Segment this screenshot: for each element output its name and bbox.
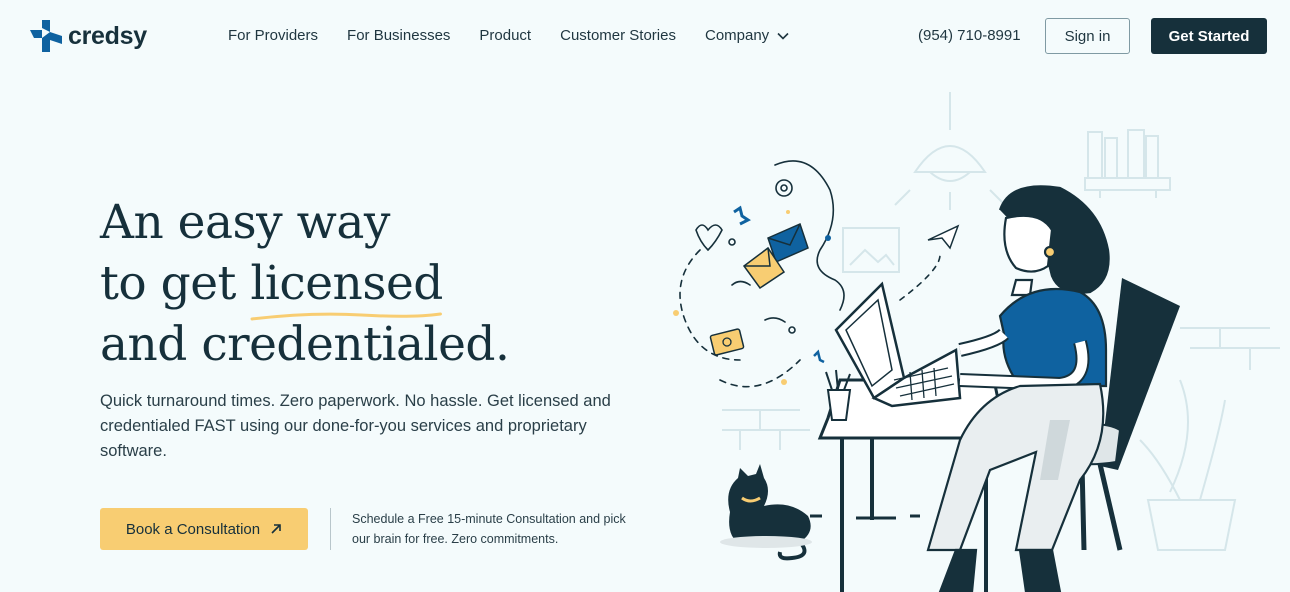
hero-title-line-2-prefix: to get — [100, 256, 251, 311]
get-started-button[interactable]: Get Started — [1151, 18, 1267, 54]
hero-title-highlight-text: licensed — [250, 256, 443, 311]
envelope-small-icon — [709, 328, 745, 356]
hero-title-line-2: to get licensed — [100, 253, 509, 321]
nav-company[interactable]: Company — [705, 27, 789, 44]
book-consultation-button[interactable]: Book a Consultation — [100, 508, 308, 550]
hero-description: Quick turnaround times. Zero paperwork. … — [100, 392, 611, 460]
hero-title-line-3: and credentialed. — [100, 317, 510, 372]
credsy-logo-icon — [30, 20, 62, 52]
cat — [720, 464, 812, 561]
highlight-underline — [250, 312, 443, 321]
phone-link[interactable]: (954) 710-8991 — [918, 27, 1021, 44]
nav-for-providers[interactable]: For Providers — [228, 27, 318, 44]
hero-title: An easy way to get licensed and credenti… — [100, 192, 510, 375]
sign-in-button[interactable]: Sign in — [1045, 18, 1130, 54]
site-header: credsy For Providers For Businesses Prod… — [0, 0, 1290, 72]
nav-for-businesses[interactable]: For Businesses — [347, 27, 450, 44]
brand-name: credsy — [68, 21, 147, 50]
nav-customer-stories[interactable]: Customer Stories — [560, 27, 676, 44]
cta-note: Schedule a Free 15-minute Consultation a… — [352, 512, 626, 546]
chevron-down-icon — [777, 32, 789, 40]
cta-divider — [330, 508, 331, 550]
nav-company-label: Company — [704, 27, 770, 44]
credsy-mark-tiny-icon — [813, 349, 825, 364]
hero-title-line-1: An easy way — [100, 195, 390, 250]
hero-illustration — [673, 92, 1280, 592]
credsy-mark-small-icon — [733, 205, 751, 226]
hero-title-highlight: licensed — [250, 253, 443, 321]
main-nav: For Providers For Businesses Product Cus… — [228, 27, 818, 44]
arrow-up-right-icon — [271, 524, 281, 534]
nav-product[interactable]: Product — [479, 27, 531, 44]
book-consultation-label: Book a Consultation — [125, 520, 261, 538]
paper-plane-icon — [927, 224, 960, 250]
credsy-logo[interactable]: credsy — [28, 18, 147, 54]
